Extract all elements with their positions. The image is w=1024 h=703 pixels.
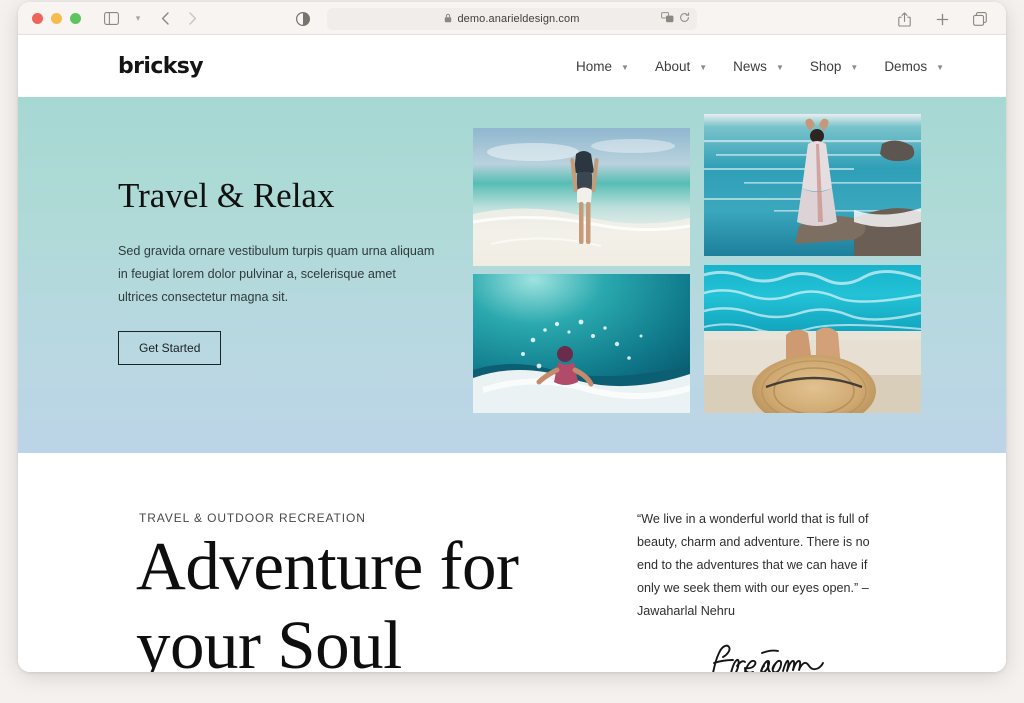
reload-icon[interactable] (679, 10, 690, 28)
hero-paragraph: Sed gravida ornare vestibulum turpis qua… (118, 243, 435, 305)
quote-column: “We live in a wonderful world that is fu… (637, 508, 887, 672)
site-header: bricksy Home ▼ About ▼ News ▼ Shop ▼ Dem… (18, 35, 1006, 97)
main-navigation: Home ▼ About ▼ News ▼ Shop ▼ Demos ▼ (576, 59, 944, 74)
extension-icon[interactable] (661, 10, 674, 28)
hero-copy-block: Travel & Relax Sed gravida ornare vestib… (118, 176, 448, 366)
lock-icon (444, 10, 452, 28)
forward-arrow-icon[interactable] (180, 7, 204, 29)
nav-item-demos[interactable]: Demos ▼ (884, 59, 944, 74)
browser-window: ▾ demo.anarieldesign.com bricksy Home ▼ … (18, 2, 1006, 672)
chevron-down-icon[interactable]: ▼ (936, 63, 944, 72)
section-eyebrow: TRAVEL & OUTDOOR RECREATION (139, 511, 366, 525)
sidebar-toggle-icon[interactable] (99, 7, 123, 29)
address-bar-container: demo.anarieldesign.com (295, 8, 697, 30)
back-arrow-icon[interactable] (153, 7, 177, 29)
hero-title: Travel & Relax (118, 176, 335, 215)
photo-sun-hat-by-pool[interactable] (704, 265, 921, 413)
freedom-signature (705, 641, 825, 672)
quote-text: “We live in a wonderful world that is fu… (637, 512, 870, 618)
address-bar-actions (661, 10, 690, 28)
photo-child-playing-in-waves[interactable] (473, 274, 690, 413)
nav-item-about[interactable]: About ▼ (655, 59, 707, 74)
site-logo[interactable]: bricksy (118, 54, 204, 79)
address-bar[interactable]: demo.anarieldesign.com (327, 8, 697, 30)
nav-label: Shop (809, 58, 842, 74)
photo-woman-on-rock-by-sea[interactable] (704, 114, 921, 256)
reader-appearance-icon[interactable] (295, 11, 311, 27)
minimize-window-button[interactable] (51, 12, 62, 24)
web-page-viewport: bricksy Home ▼ About ▼ News ▼ Shop ▼ Dem… (18, 35, 1006, 672)
chevron-down-icon[interactable]: ▼ (850, 63, 858, 72)
hero-photo-grid (455, 106, 921, 436)
url-text: demo.anarieldesign.com (457, 13, 580, 25)
nav-item-home[interactable]: Home ▼ (576, 59, 629, 74)
browser-toolbar: ▾ demo.anarieldesign.com (18, 2, 1006, 35)
photo-woman-walking-on-beach[interactable] (473, 128, 690, 266)
close-window-button[interactable] (32, 12, 43, 24)
maximize-window-button[interactable] (70, 12, 81, 24)
tab-overview-icon[interactable] (968, 8, 992, 30)
nav-label: Demos (884, 58, 928, 74)
nav-item-shop[interactable]: Shop ▼ (810, 59, 858, 74)
plus-icon[interactable] (930, 8, 954, 30)
adventure-section: TRAVEL & OUTDOOR RECREATION Adventure fo… (18, 453, 1006, 672)
nav-item-news[interactable]: News ▼ (733, 59, 784, 74)
chevron-down-icon[interactable]: ▼ (699, 63, 707, 72)
toolbar-nav-group: ▾ (99, 7, 204, 29)
get-started-button[interactable]: Get Started (118, 331, 222, 366)
hero-section: Travel & Relax Sed gravida ornare vestib… (18, 97, 1006, 453)
window-traffic-lights (32, 12, 81, 24)
chevron-down-icon[interactable]: ▼ (621, 63, 629, 72)
nav-label: About (654, 58, 691, 74)
section-title: Adventure for your Soul (136, 528, 519, 672)
chevron-down-icon[interactable]: ▼ (776, 63, 784, 72)
share-icon[interactable] (892, 8, 916, 30)
toolbar-right-actions (892, 8, 992, 30)
nav-label: Home (576, 58, 613, 74)
sidebar-dropdown-icon[interactable]: ▾ (126, 7, 150, 29)
nav-label: News (733, 58, 767, 74)
